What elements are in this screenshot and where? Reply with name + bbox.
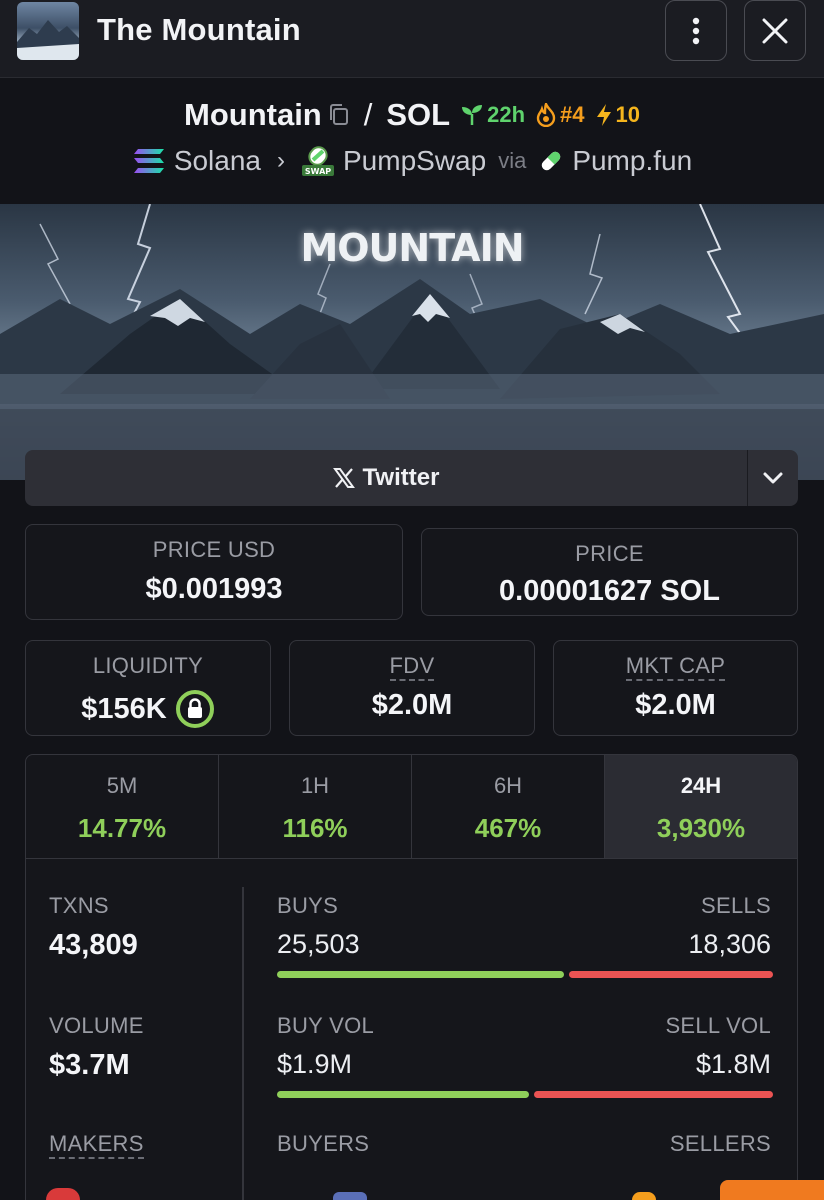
market-cap-card[interactable]: MKT CAP $2.0M [553, 640, 798, 736]
seedling-icon [462, 105, 483, 125]
sell-vol-label: SELL VOL [665, 1013, 771, 1038]
txns-value: 43,809 [49, 929, 138, 961]
bottom-nav-blue-icon[interactable] [333, 1192, 367, 1200]
chevron-right-icon: › [277, 147, 285, 174]
sell-vol-value: $1.8M [695, 1049, 771, 1079]
bottom-nav-action-button[interactable] [720, 1180, 824, 1200]
flame-icon [536, 103, 556, 127]
lock-icon[interactable] [175, 689, 215, 729]
trending-rank-badge[interactable]: #4 [535, 102, 585, 128]
buyers-label: BUYERS [277, 1131, 370, 1156]
period-tabs: 5M 14.77% 1H 116% 6H 467% 24H 3,930% [25, 754, 798, 860]
market-cap-label: MKT CAP [625, 653, 726, 681]
tab-6h[interactable]: 6H 467% [412, 755, 605, 860]
pumpswap-icon: SWAP [302, 146, 334, 176]
market-cap-value: $2.0M [635, 689, 716, 721]
price-native-card: PRICE 0.00001627 SOL [421, 528, 798, 616]
close-icon [762, 18, 788, 43]
makers-label: MAKERS [49, 1131, 144, 1159]
twitter-label: Twitter [362, 464, 440, 491]
app-bar: The Mountain [0, 0, 824, 78]
sells-ratio-bar [568, 971, 773, 978]
via-label: via [498, 148, 527, 173]
fdv-card[interactable]: FDV $2.0M [289, 640, 535, 736]
twitter-link-button[interactable]: Twitter [25, 450, 747, 506]
price-usd-value: $0.001993 [145, 573, 283, 605]
price-usd-card: PRICE USD $0.001993 [25, 524, 403, 620]
tab-24h[interactable]: 24H 3,930% [605, 755, 797, 860]
solana-icon [133, 149, 164, 173]
chevron-down-icon [763, 472, 783, 484]
buy-vol-label: BUY VOL [277, 1013, 375, 1038]
social-links-bar: Twitter [25, 450, 798, 506]
bottom-nav-orange-icon[interactable] [632, 1192, 656, 1200]
pair-header: Mountain / SOL 22h #4 10 Solana › SWAP P… [0, 79, 824, 203]
pair-separator: / [363, 97, 373, 132]
launchpad-name[interactable]: Pump.fun [572, 145, 692, 177]
buy-vol-value: $1.9M [277, 1049, 353, 1079]
volume-value: $3.7M [49, 1049, 130, 1081]
sells-value: 18,306 [688, 929, 771, 959]
token-banner-image: MOUNTAIN [0, 204, 824, 480]
txns-label: TXNS [49, 893, 109, 918]
vertical-dots-icon [692, 17, 700, 44]
bottom-nav-red-icon[interactable] [46, 1188, 80, 1200]
sell-volume-ratio-bar [533, 1091, 773, 1098]
chain-name[interactable]: Solana [174, 145, 261, 177]
copy-icon[interactable] [328, 103, 350, 127]
buys-label: BUYS [277, 893, 339, 918]
liquidity-label: LIQUIDITY [92, 653, 204, 678]
base-symbol: Mountain [184, 97, 322, 132]
price-usd-label: PRICE USD [152, 537, 276, 562]
more-options-button[interactable] [665, 0, 727, 61]
lightning-icon [596, 104, 611, 126]
dex-name[interactable]: PumpSwap [343, 145, 486, 177]
price-native-label: PRICE [575, 541, 644, 566]
svg-text:SWAP: SWAP [305, 167, 331, 176]
token-thumbnail [17, 2, 79, 60]
sellers-label: SELLERS [669, 1131, 771, 1156]
pair-title-row: Mountain / SOL 22h #4 10 [0, 97, 824, 133]
sells-label: SELLS [701, 893, 771, 918]
page-title: The Mountain [97, 12, 301, 47]
volume-label: VOLUME [49, 1013, 144, 1038]
x-logo-icon [332, 468, 355, 488]
transaction-stats-panel: TXNS 43,809 BUYS SELLS 25,503 18,306 VOL… [25, 858, 798, 1200]
boost-badge[interactable]: 10 [595, 102, 640, 128]
close-button[interactable] [744, 0, 806, 61]
fdv-value: $2.0M [371, 689, 453, 721]
liquidity-value: $156K [81, 692, 167, 725]
buys-value: 25,503 [277, 929, 360, 959]
route-breadcrumb: Solana › SWAP PumpSwap via Pump.fun [0, 145, 824, 177]
buy-volume-ratio-bar [277, 1091, 529, 1098]
buys-ratio-bar [277, 971, 564, 978]
tab-1h[interactable]: 1H 116% [219, 755, 412, 860]
price-native-value: 0.00001627 SOL [499, 575, 720, 607]
more-links-dropdown-button[interactable] [747, 450, 798, 506]
tab-5m[interactable]: 5M 14.77% [26, 755, 219, 860]
banner-logo-text: MOUNTAIN [300, 226, 524, 270]
pair-age-badge: 22h [460, 102, 525, 128]
quote-symbol: SOL [386, 97, 451, 132]
liquidity-card: LIQUIDITY $156K [25, 640, 271, 736]
pill-icon [542, 151, 561, 171]
fdv-label: FDV [389, 653, 435, 681]
stats-divider [242, 887, 244, 1200]
